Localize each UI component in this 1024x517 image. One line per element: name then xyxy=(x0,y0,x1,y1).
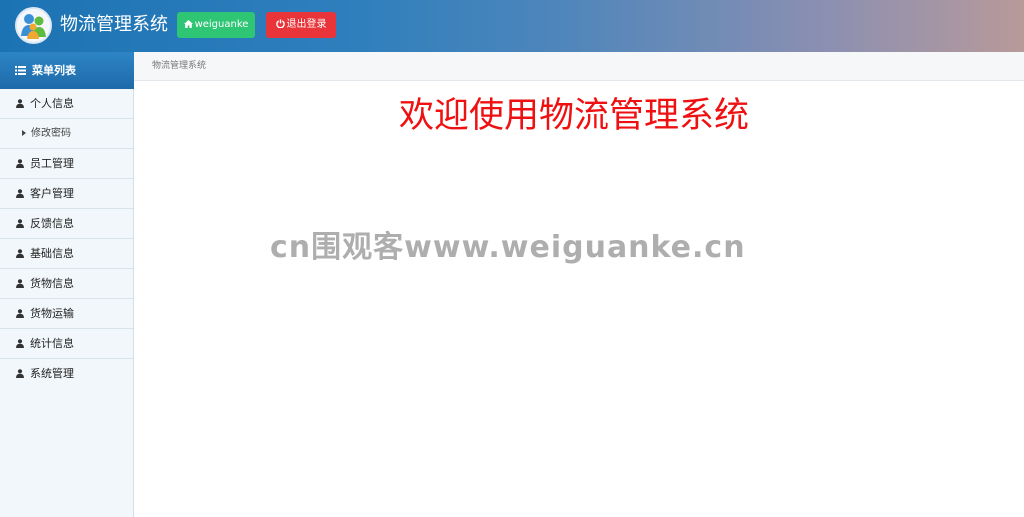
menu-list-title: 菜单列表 xyxy=(32,64,76,77)
sidebar-item-label: 系统管理 xyxy=(30,367,74,380)
caret-right-icon xyxy=(22,130,26,136)
app-title: 物流管理系统 xyxy=(60,14,168,35)
user-icon xyxy=(16,309,24,318)
sidebar-item-label: 货物运输 xyxy=(30,307,74,320)
user-icon xyxy=(16,219,24,228)
top-header: 物流管理系统 weiguanke 退出登录 xyxy=(0,0,1024,52)
user-icon xyxy=(16,249,24,258)
sidebar-item-label: 反馈信息 xyxy=(30,217,74,230)
sidebar-item-label: 员工管理 xyxy=(30,157,74,170)
user-button-label: weiguanke xyxy=(194,19,249,30)
sidebar-item-label: 个人信息 xyxy=(30,97,74,110)
user-button[interactable]: weiguanke xyxy=(177,12,255,38)
sidebar-item-customer-management[interactable]: 客户管理 xyxy=(0,179,133,209)
list-icon xyxy=(15,66,26,75)
sidebar-item-label: 基础信息 xyxy=(30,247,74,260)
sidebar: 菜单列表 个人信息 修改密码 员工管理 客户管理 反馈信息 基础信息 货物信息 … xyxy=(0,52,134,517)
user-icon xyxy=(16,189,24,198)
app-logo-icon xyxy=(15,7,52,44)
user-icon xyxy=(16,99,24,108)
sidebar-item-statistics[interactable]: 统计信息 xyxy=(0,329,133,359)
sidebar-item-system-management[interactable]: 系统管理 xyxy=(0,359,133,389)
logout-button[interactable]: 退出登录 xyxy=(266,12,336,38)
power-icon xyxy=(275,19,285,29)
breadcrumb: 物流管理系统 xyxy=(134,52,1024,81)
sidebar-item-label: 货物信息 xyxy=(30,277,74,290)
sidebar-item-label: 客户管理 xyxy=(30,187,74,200)
sidebar-item-change-password[interactable]: 修改密码 xyxy=(0,119,133,149)
sidebar-item-basic-info[interactable]: 基础信息 xyxy=(0,239,133,269)
sidebar-item-label: 统计信息 xyxy=(30,337,74,350)
user-icon xyxy=(16,369,24,378)
sidebar-item-personal-info[interactable]: 个人信息 xyxy=(0,89,133,119)
user-icon xyxy=(16,159,24,168)
user-icon xyxy=(16,279,24,288)
sidebar-item-feedback[interactable]: 反馈信息 xyxy=(0,209,133,239)
sidebar-item-staff-management[interactable]: 员工管理 xyxy=(0,149,133,179)
logout-button-label: 退出登录 xyxy=(286,19,327,30)
menu-list-header: 菜单列表 xyxy=(0,52,134,89)
sidebar-item-goods-info[interactable]: 货物信息 xyxy=(0,269,133,299)
user-icon xyxy=(16,339,24,348)
home-icon xyxy=(183,20,193,28)
sidebar-item-goods-transport[interactable]: 货物运输 xyxy=(0,299,133,329)
sidebar-item-label: 修改密码 xyxy=(31,128,71,139)
welcome-heading: 欢迎使用物流管理系统 xyxy=(398,96,749,136)
watermark-text: cn围观客www.weiguanke.cn xyxy=(270,230,746,265)
